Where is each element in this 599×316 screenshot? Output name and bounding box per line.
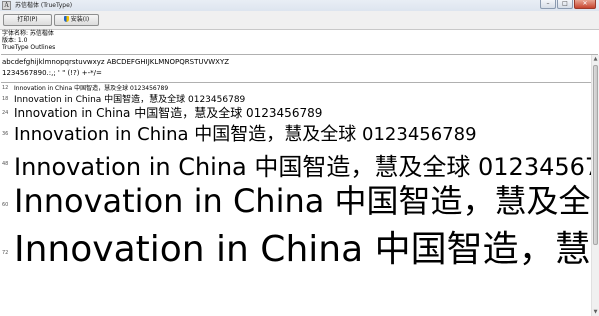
install-button-label: 安装(I) — [70, 16, 90, 23]
toolbar: 打印(P) 安装(I) — [0, 11, 599, 30]
size-label: 36 — [2, 131, 9, 137]
window-title: 苏信楷体 (TrueType) — [15, 2, 73, 9]
scroll-down-arrow-icon[interactable]: ▼ — [592, 308, 599, 316]
size-label: 72 — [2, 250, 9, 256]
size-label: 60 — [2, 202, 9, 208]
print-button[interactable]: 打印(P) — [3, 14, 52, 26]
sample-text: Innovation in China 中国智造，慧及全球 0123456789 — [14, 182, 599, 220]
font-file-icon: A — [2, 1, 11, 10]
charset-letters: abcdefghijklmnopqrstuvwxyz ABCDEFGHIJKLM… — [2, 58, 230, 66]
charset-digits-symbols: 1234567890.:,; ' " (!?) +-*/= — [2, 69, 102, 77]
print-button-label: 打印(P) — [17, 16, 38, 23]
close-button[interactable]: ✕ — [574, 0, 596, 9]
sample-text: Innovation in China 中国智造，慧及全球 0123456789 — [14, 124, 477, 145]
install-button[interactable]: 安装(I) — [54, 14, 99, 26]
size-label: 18 — [2, 96, 9, 102]
font-type-info: TrueType Outlines — [2, 44, 56, 51]
scroll-up-arrow-icon[interactable]: ▲ — [592, 55, 599, 63]
vertical-scrollbar[interactable]: ▲ ▼ — [591, 55, 599, 316]
window-controls: – □ ✕ — [540, 0, 596, 10]
font-name-info: 字体名称: 苏信楷体 — [2, 30, 54, 37]
scrollbar-thumb[interactable] — [593, 65, 598, 245]
shield-icon — [63, 16, 69, 22]
sample-row-36: 36 Innovation in China 中国智造，慧及全球 0123456… — [0, 120, 599, 150]
sample-row-60: 60 Innovation in China 中国智造，慧及全球 0123456… — [0, 176, 599, 224]
minimize-button[interactable]: – — [540, 0, 556, 9]
divider — [1, 54, 598, 55]
maximize-button[interactable]: □ — [557, 0, 573, 9]
sample-text: Innovation in China 中国智造，慧及全球 0123456789 — [14, 85, 169, 92]
sample-row-72: 72 Innovation in China 中国智造，慧及全球 0123456… — [0, 220, 599, 280]
size-label: 12 — [2, 85, 9, 91]
size-label: 24 — [2, 110, 9, 116]
size-label: 48 — [2, 161, 9, 167]
version-info: 版本: 1.0 — [2, 37, 28, 44]
sample-text: Innovation in China 中国智造，慧及全球 0123456789 — [14, 229, 599, 270]
title-bar: A 苏信楷体 (TrueType) – □ ✕ — [0, 0, 599, 11]
sample-text: Innovation in China 中国智造，慧及全球 0123456789 — [14, 106, 323, 120]
